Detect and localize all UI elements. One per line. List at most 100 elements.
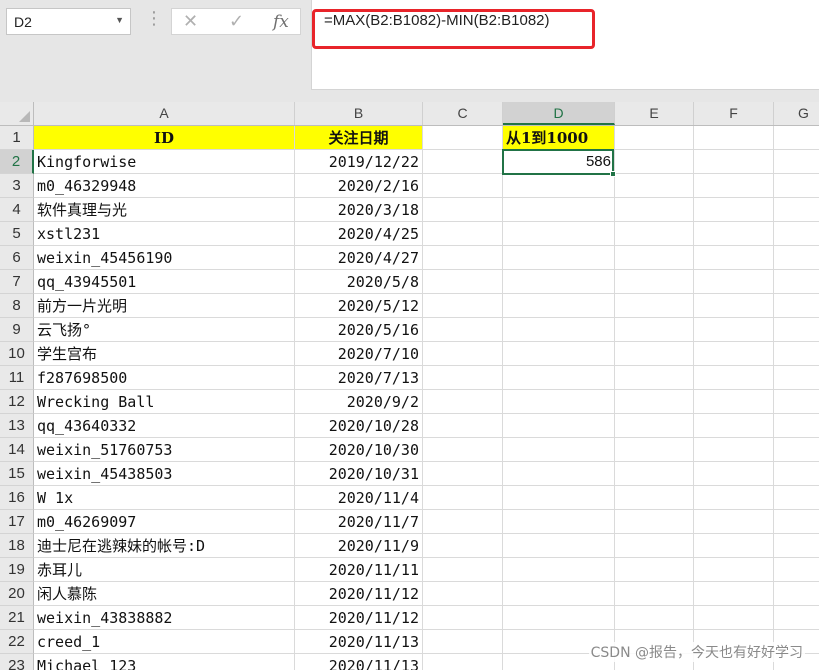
cell-b14[interactable]: 2020/10/30: [295, 438, 423, 462]
cell-e9[interactable]: [615, 318, 694, 342]
cell-g1[interactable]: [774, 126, 819, 150]
cell-f17[interactable]: [694, 510, 774, 534]
cancel-icon[interactable]: ✕: [183, 11, 198, 33]
cell-e8[interactable]: [615, 294, 694, 318]
cell-d17[interactable]: [503, 510, 615, 534]
cell-d20[interactable]: [503, 582, 615, 606]
cell-g17[interactable]: [774, 510, 819, 534]
cell-a6[interactable]: weixin_45456190: [34, 246, 295, 270]
cell-b11[interactable]: 2020/7/13: [295, 366, 423, 390]
row-header[interactable]: 22: [0, 630, 34, 654]
cell-d16[interactable]: [503, 486, 615, 510]
row-header[interactable]: 15: [0, 462, 34, 486]
cell-a4[interactable]: 软件真理与光: [34, 198, 295, 222]
cell-f9[interactable]: [694, 318, 774, 342]
cell-a13[interactable]: qq_43640332: [34, 414, 295, 438]
cell-g10[interactable]: [774, 342, 819, 366]
cell-g12[interactable]: [774, 390, 819, 414]
cell-a11[interactable]: f287698500: [34, 366, 295, 390]
cell-d11[interactable]: [503, 366, 615, 390]
cell-a7[interactable]: qq_43945501: [34, 270, 295, 294]
cell-e15[interactable]: [615, 462, 694, 486]
cell-b20[interactable]: 2020/11/12: [295, 582, 423, 606]
cell-d8[interactable]: [503, 294, 615, 318]
cell-g15[interactable]: [774, 462, 819, 486]
cell-f6[interactable]: [694, 246, 774, 270]
cell-d21[interactable]: [503, 606, 615, 630]
column-header-g[interactable]: G: [774, 102, 819, 125]
cell-b18[interactable]: 2020/11/9: [295, 534, 423, 558]
cell-f7[interactable]: [694, 270, 774, 294]
cell-g18[interactable]: [774, 534, 819, 558]
cell-c12[interactable]: [423, 390, 503, 414]
row-header[interactable]: 18: [0, 534, 34, 558]
cell-a19[interactable]: 赤耳儿: [34, 558, 295, 582]
cell-g4[interactable]: [774, 198, 819, 222]
cell-b21[interactable]: 2020/11/12: [295, 606, 423, 630]
cell-g19[interactable]: [774, 558, 819, 582]
cell-g13[interactable]: [774, 414, 819, 438]
spreadsheet-grid[interactable]: ABCDEFG 1 ID 关注日期 从1到1000 2 Kingforwise 2019/1…: [0, 102, 819, 670]
cell-e12[interactable]: [615, 390, 694, 414]
cell-c22[interactable]: [423, 630, 503, 654]
cell-e11[interactable]: [615, 366, 694, 390]
cell-a18[interactable]: 迪士尼在逃辣妹的帐号:D: [34, 534, 295, 558]
cell-d10[interactable]: [503, 342, 615, 366]
cell-c4[interactable]: [423, 198, 503, 222]
cell-e2[interactable]: [615, 150, 694, 174]
cell-d9[interactable]: [503, 318, 615, 342]
column-header-a[interactable]: A: [34, 102, 295, 125]
cell-a12[interactable]: Wrecking Ball: [34, 390, 295, 414]
row-header[interactable]: 3: [0, 174, 34, 198]
cell-e5[interactable]: [615, 222, 694, 246]
cell-d4[interactable]: [503, 198, 615, 222]
cell-a8[interactable]: 前方一片光明: [34, 294, 295, 318]
cell-c11[interactable]: [423, 366, 503, 390]
cell-a14[interactable]: weixin_51760753: [34, 438, 295, 462]
row-header[interactable]: 20: [0, 582, 34, 606]
cell-b17[interactable]: 2020/11/7: [295, 510, 423, 534]
cell-e16[interactable]: [615, 486, 694, 510]
cell-f19[interactable]: [694, 558, 774, 582]
cell-b6[interactable]: 2020/4/27: [295, 246, 423, 270]
cell-a9[interactable]: 云飞扬°: [34, 318, 295, 342]
cell-e10[interactable]: [615, 342, 694, 366]
cell-g20[interactable]: [774, 582, 819, 606]
cell-d3[interactable]: [503, 174, 615, 198]
cell-f16[interactable]: [694, 486, 774, 510]
cell-c10[interactable]: [423, 342, 503, 366]
cell-g3[interactable]: [774, 174, 819, 198]
insert-function-button[interactable]: fx: [273, 11, 289, 33]
cell-d15[interactable]: [503, 462, 615, 486]
cell-c6[interactable]: [423, 246, 503, 270]
cell-c15[interactable]: [423, 462, 503, 486]
cell-d14[interactable]: [503, 438, 615, 462]
cell-a16[interactable]: W 1x: [34, 486, 295, 510]
enter-icon[interactable]: ✓: [229, 11, 244, 33]
cell-b3[interactable]: 2020/2/16: [295, 174, 423, 198]
cell-f13[interactable]: [694, 414, 774, 438]
more-options-icon[interactable]: ⋮: [145, 9, 163, 29]
row-header[interactable]: 12: [0, 390, 34, 414]
cell-c13[interactable]: [423, 414, 503, 438]
row-header[interactable]: 7: [0, 270, 34, 294]
cell-b10[interactable]: 2020/7/10: [295, 342, 423, 366]
cell-b1[interactable]: 关注日期: [295, 126, 423, 150]
select-all-button[interactable]: [0, 102, 34, 125]
cell-f12[interactable]: [694, 390, 774, 414]
cell-a10[interactable]: 学生宫布: [34, 342, 295, 366]
cell-a3[interactable]: m0_46329948: [34, 174, 295, 198]
cell-c14[interactable]: [423, 438, 503, 462]
cell-e13[interactable]: [615, 414, 694, 438]
row-header[interactable]: 4: [0, 198, 34, 222]
column-header-c[interactable]: C: [423, 102, 503, 125]
row-header[interactable]: 10: [0, 342, 34, 366]
cell-f11[interactable]: [694, 366, 774, 390]
cell-b2[interactable]: 2019/12/22: [295, 150, 423, 174]
row-header[interactable]: 14: [0, 438, 34, 462]
row-header[interactable]: 9: [0, 318, 34, 342]
cell-g7[interactable]: [774, 270, 819, 294]
row-header[interactable]: 23: [0, 654, 34, 670]
cell-f14[interactable]: [694, 438, 774, 462]
cell-a20[interactable]: 闲人慕陈: [34, 582, 295, 606]
